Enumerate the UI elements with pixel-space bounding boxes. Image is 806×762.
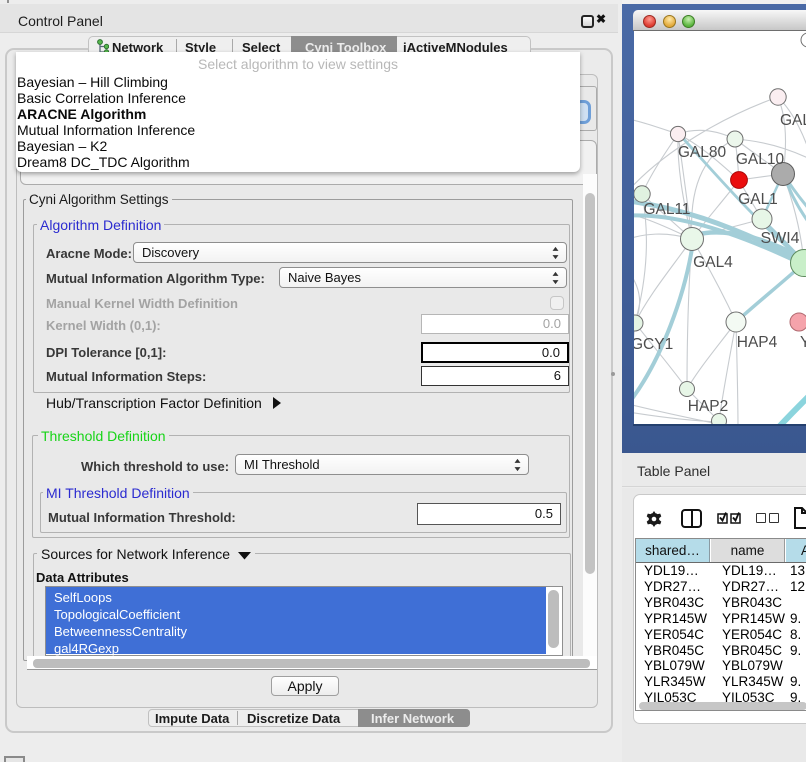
- svg-text:GAL4: GAL4: [693, 254, 733, 271]
- svg-text:GAL80: GAL80: [678, 144, 727, 161]
- svg-text:GAL7: GAL7: [780, 112, 806, 129]
- svg-text:GAL10: GAL10: [736, 151, 785, 168]
- svg-text:GCY1: GCY1: [634, 336, 673, 353]
- svg-text:YM: YM: [800, 334, 806, 351]
- svg-text:GAL1: GAL1: [738, 191, 778, 208]
- svg-text:GAL11: GAL11: [643, 201, 690, 218]
- svg-text:SWI4: SWI4: [760, 230, 799, 247]
- svg-text:HAP2: HAP2: [688, 398, 729, 415]
- svg-text:HAP4: HAP4: [737, 334, 778, 351]
